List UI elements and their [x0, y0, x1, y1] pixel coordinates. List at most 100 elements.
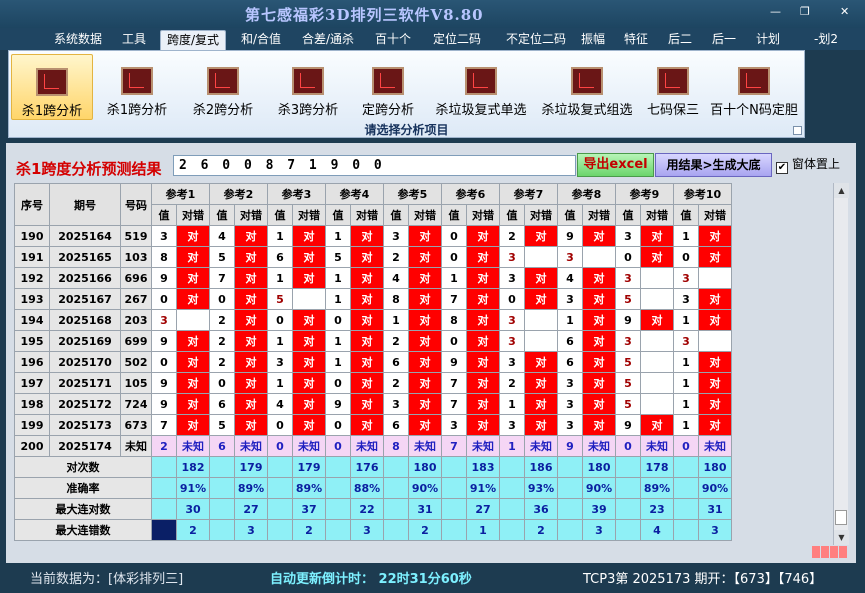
cell-seq: 196: [14, 351, 50, 373]
ribbon-button-label: 杀2跨分析: [192, 103, 254, 118]
vertical-scrollbar[interactable]: ▲ ▼: [833, 183, 849, 545]
value-cell: 6: [557, 330, 583, 352]
predict-mark: 未知: [350, 435, 384, 457]
menu-item-9[interactable]: 特征: [618, 30, 654, 50]
val-header: 值: [209, 204, 235, 226]
ribbon-button-6[interactable]: 杀垃圾复式组选: [535, 54, 639, 120]
match-cell: 对: [698, 414, 732, 436]
match-header: 对错: [524, 204, 558, 226]
ref-header: 参考3: [267, 183, 326, 205]
table-row[interactable]: 192 2025166 696 9 对 7 对 1 对 1 对 4 对 1 对 3 对 4 对 3 3: [14, 267, 732, 289]
match-header: 对错: [234, 204, 268, 226]
minimize-icon[interactable]: —: [770, 6, 781, 18]
predict-mark: 未知: [582, 435, 616, 457]
menu-item-11[interactable]: 后一: [706, 30, 742, 50]
predict-row[interactable]: 200 2025174 未知 2 未知 6 未知 0 未知 0 未知 8 未知 7 未知 1 未知 9 未知 0 未知 0…: [14, 435, 732, 457]
match-cell: 对: [234, 225, 268, 247]
value-cell: 6: [557, 351, 583, 373]
stats-spacer: [151, 519, 177, 541]
menu-item-3[interactable]: 和/合值: [235, 30, 287, 50]
stats-value: 91%: [466, 477, 500, 499]
stats-spacer: [499, 519, 525, 541]
table-row[interactable]: 197 2025171 105 9 对 0 对 1 对 0 对 2 对 7 对 2 对 3 对 5 1 对: [14, 372, 732, 394]
export-excel-button[interactable]: 导出excel: [577, 153, 654, 177]
menu-item-5[interactable]: 百十个: [369, 30, 417, 50]
ribbon-button-3[interactable]: 杀3跨分析: [266, 54, 350, 120]
ribbon-button-5[interactable]: 杀垃圾复式单选: [429, 54, 533, 120]
table-row[interactable]: 191 2025165 103 8 对 5 对 6 对 5 对 2 对 0 对 3 3 0 对 0 对: [14, 246, 732, 268]
match-cell: 对: [234, 414, 268, 436]
menu-item-2[interactable]: 跨度/复式: [160, 30, 227, 50]
value-cell: 9: [151, 372, 177, 394]
cell-seq: 199: [14, 414, 50, 436]
menu-item-12[interactable]: 计划: [750, 30, 786, 50]
menu-item-0[interactable]: 系统数据: [48, 30, 108, 50]
restore-icon[interactable]: ❐: [800, 6, 810, 18]
predict-value: 0: [615, 435, 641, 457]
value-cell: 7: [441, 393, 467, 415]
value-cell: 4: [383, 267, 409, 289]
value-cell: 9: [615, 309, 641, 331]
scroll-down-icon[interactable]: ▼: [834, 530, 849, 545]
value-cell: 4: [267, 393, 293, 415]
menu-item-7[interactable]: 不定位二码: [500, 30, 572, 50]
match-cell: 对: [582, 351, 616, 373]
ribbon-button-4[interactable]: 定跨分析: [351, 54, 425, 120]
cell-issue: 2025169: [49, 330, 121, 352]
checkbox-icon[interactable]: ✔: [776, 162, 788, 174]
match-cell: 对: [466, 372, 500, 394]
menu-item-6[interactable]: 定位二码: [427, 30, 487, 50]
match-header: 对错: [582, 204, 616, 226]
table-row[interactable]: 194 2025168 203 3 2 对 0 对 0 对 1 对 8 对 3 1 对 9 对 1 对: [14, 309, 732, 331]
table-row[interactable]: 190 2025164 519 3 对 4 对 1 对 1 对 3 对 0 对 2 对 9 对 3 对 1 对: [14, 225, 732, 247]
table-row[interactable]: 196 2025170 502 0 对 2 对 3 对 1 对 6 对 9 对 3 对 6 对 5 1 对: [14, 351, 732, 373]
scroll-up-icon[interactable]: ▲: [834, 183, 849, 198]
match-cell: 对: [582, 393, 616, 415]
stats-value: 89%: [292, 477, 326, 499]
value-cell: 5: [615, 372, 641, 394]
table-row[interactable]: 198 2025172 724 9 对 6 对 4 对 9 对 3 对 7 对 1 对 3 对 5 1 对: [14, 393, 732, 415]
ribbon-button-1[interactable]: 杀1跨分析: [95, 54, 179, 120]
scroll-thumb[interactable]: [835, 510, 847, 525]
result-input[interactable]: 2 6 0 0 8 7 1 9 0 0: [173, 155, 576, 176]
table-row[interactable]: 199 2025173 673 7 对 5 对 0 对 0 对 6 对 3 对 3 对 3 对 9 对 1 对: [14, 414, 732, 436]
menu-item-13[interactable]: -划2: [808, 30, 844, 50]
menu-item-10[interactable]: 后二: [662, 30, 698, 50]
match-cell: 对: [350, 309, 384, 331]
ribbon-button-2[interactable]: 杀2跨分析: [181, 54, 265, 120]
stats-value: 179: [234, 456, 268, 478]
predict-value: 0: [673, 435, 699, 457]
match-cell: 对: [176, 225, 210, 247]
ribbon-button-0[interactable]: 杀1跨分析: [11, 54, 93, 120]
value-cell: 5: [325, 246, 351, 268]
ribbon-button-8[interactable]: 百十个N码定胆: [706, 54, 802, 120]
ribbon-expand-icon[interactable]: [793, 126, 802, 135]
value-cell: 1: [267, 330, 293, 352]
window-on-top-checkbox[interactable]: ✔ 窗体置上: [776, 155, 840, 174]
generate-base-button[interactable]: 用结果>生成大底: [655, 153, 772, 177]
ribbon-button-7[interactable]: 七码保三: [641, 54, 705, 120]
menu-item-8[interactable]: 振幅: [575, 30, 611, 50]
table-row[interactable]: 195 2025169 699 9 对 2 对 1 对 1 对 2 对 0 对 3 6 对 3 3: [14, 330, 732, 352]
match-cell: 对: [524, 288, 558, 310]
ref-header: 参考8: [557, 183, 616, 205]
predict-mark: 未知: [292, 435, 326, 457]
stats-value: 186: [524, 456, 558, 478]
value-cell: 1: [673, 393, 699, 415]
cell-code: 203: [120, 309, 152, 331]
close-icon[interactable]: ✕: [840, 6, 849, 18]
value-cell: 7: [151, 414, 177, 436]
stats-row: 最大连错数 2 3 2 3 2 1 2 3 4 3: [14, 519, 732, 541]
cell-code: 519: [120, 225, 152, 247]
value-cell: 5: [615, 393, 641, 415]
menu-item-1[interactable]: 工具: [116, 30, 152, 50]
stats-spacer: [267, 498, 293, 520]
chart-icon: [372, 67, 404, 95]
menu-item-4[interactable]: 合差/通杀: [296, 30, 360, 50]
table-row[interactable]: 193 2025167 267 0 对 0 对 5 1 对 8 对 7 对 0 对 3 对 5 3 对: [14, 288, 732, 310]
chart-icon: [207, 67, 239, 95]
stats-spacer: [615, 477, 641, 499]
match-cell: 对: [466, 393, 500, 415]
ribbon-group-label: 请选择分析项目: [364, 123, 449, 137]
value-cell: 9: [151, 330, 177, 352]
